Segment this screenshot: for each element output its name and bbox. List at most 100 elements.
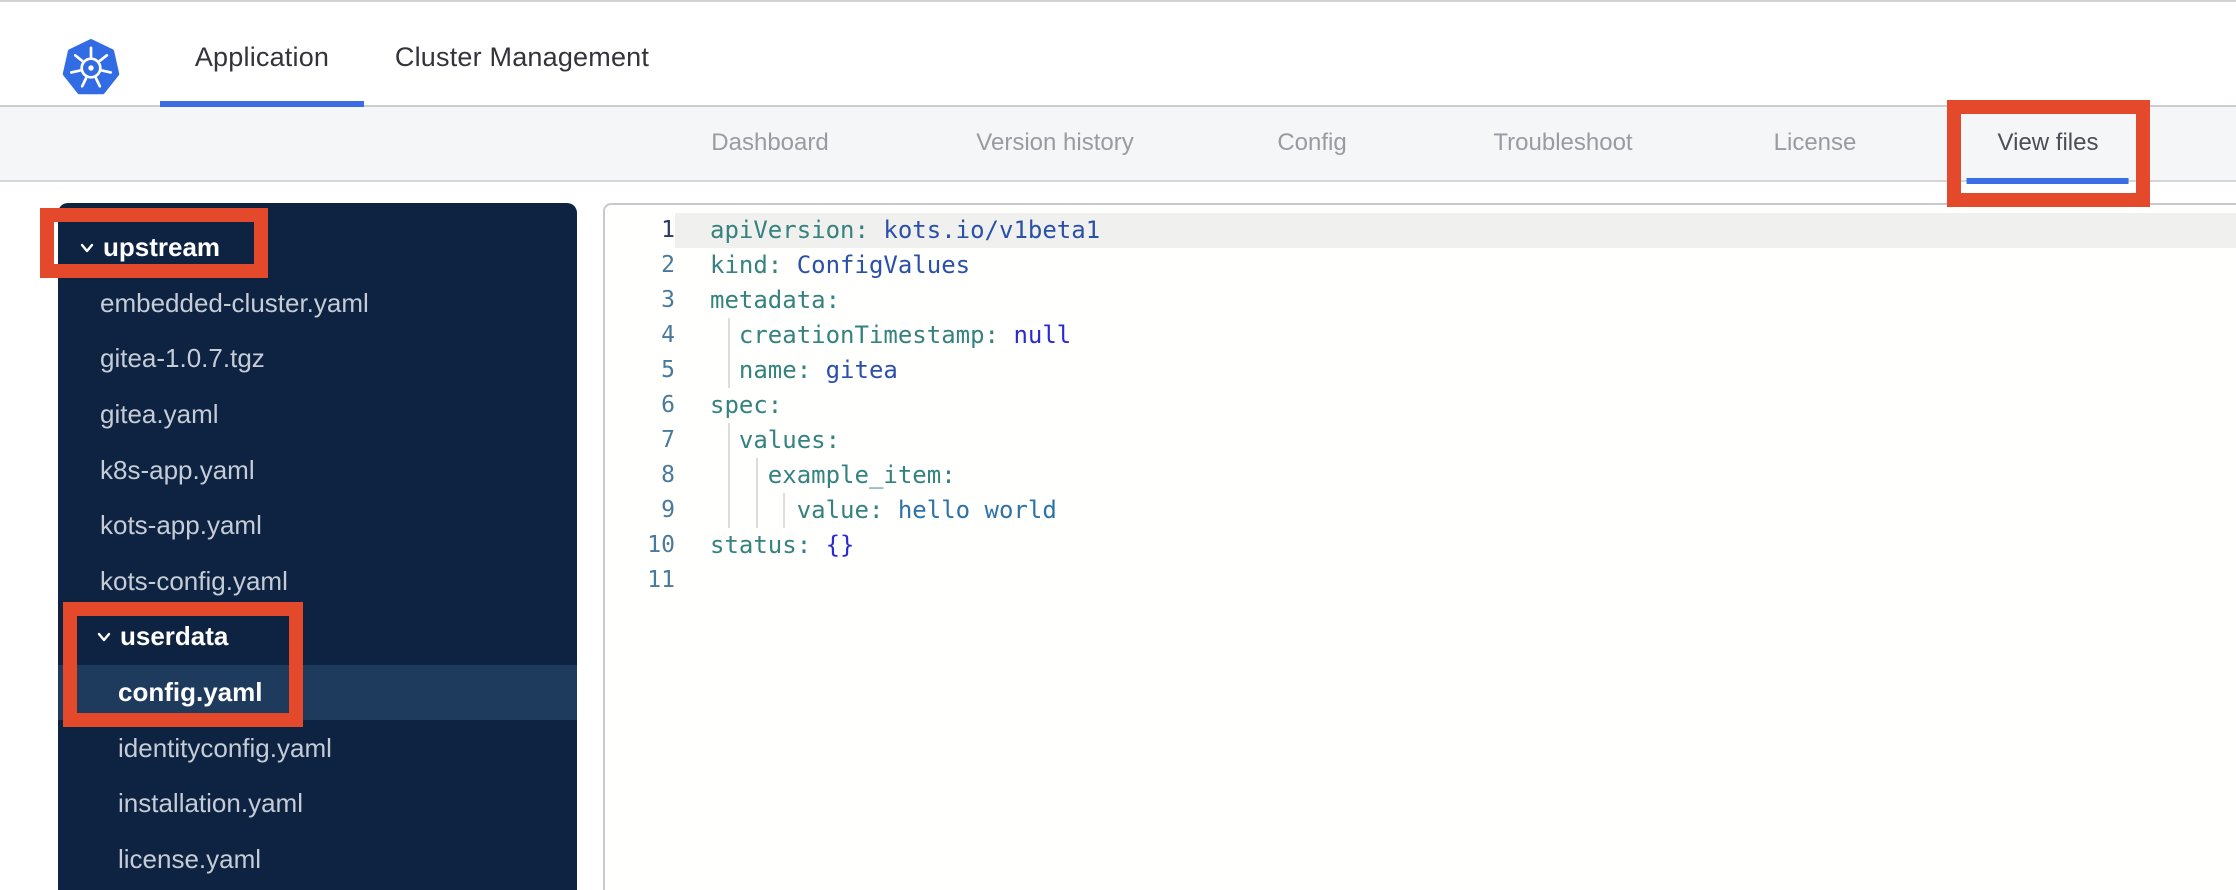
indent-guide (728, 458, 730, 493)
code-token: ConfigValues (782, 251, 971, 279)
line-content: values: (675, 423, 2236, 458)
tree-folder-upstream[interactable]: upstream (58, 220, 577, 276)
code-line-7[interactable]: 7 values: (605, 423, 2236, 458)
tree-item-label: config.yaml (118, 677, 263, 708)
code-line-11[interactable]: 11 (605, 563, 2236, 598)
line-content: value: hello world (675, 493, 2236, 528)
line-number[interactable]: 2 (605, 248, 675, 283)
line-number[interactable]: 9 (605, 493, 675, 528)
active-tab-underline (1967, 178, 2129, 184)
tab-cluster-management[interactable]: Cluster Management (395, 42, 649, 73)
tree-item-label: gitea-1.0.7.tgz (100, 343, 265, 374)
chevron-down-icon (97, 632, 111, 642)
code-token: hello world (883, 496, 1057, 524)
tab-view-files[interactable]: View files (1967, 129, 2129, 184)
file-tree: upstream embedded-cluster.yaml gitea-1.0.7… (58, 220, 577, 887)
code-token: kots.io/v1beta1 (868, 216, 1101, 244)
line-number[interactable]: 1 (605, 213, 675, 248)
indent-guide (728, 493, 730, 528)
line-content: metadata: (675, 283, 2236, 318)
code-token: example_item: (767, 461, 956, 489)
line-content: spec: (675, 388, 2236, 423)
code-token: kind: (710, 251, 783, 279)
code-token: values: (738, 426, 841, 454)
tree-file-license-yaml[interactable]: license.yaml (58, 832, 577, 888)
tree-item-label: license.yaml (118, 843, 262, 874)
tree-file-gitea-1-0-7-tgz[interactable]: gitea-1.0.7.tgz (58, 331, 577, 387)
tree-item-label: upstream (103, 232, 221, 263)
code-line-2[interactable]: 2 kind: ConfigValues (605, 248, 2236, 283)
line-number[interactable]: 10 (605, 528, 675, 563)
code-token: gitea (811, 356, 898, 384)
tree-file-identityconfig-yaml[interactable]: identityconfig.yaml (58, 720, 577, 776)
indent-guide (755, 493, 758, 528)
tree-item-label: installation.yaml (118, 788, 303, 819)
line-number[interactable]: 7 (605, 423, 675, 458)
tab-application[interactable]: Application (195, 42, 329, 73)
tab-dashboard[interactable]: Dashboard (711, 129, 828, 157)
chevron-down-icon (80, 243, 94, 252)
code-token: creationTimestamp: (738, 321, 999, 349)
tree-file-gitea-yaml[interactable]: gitea.yaml (58, 387, 577, 443)
tree-item-label: kots-config.yaml (100, 565, 288, 596)
line-number[interactable]: 4 (605, 318, 675, 353)
tab-license[interactable]: License (1774, 129, 1857, 157)
code-line-4[interactable]: 4 creationTimestamp: null (605, 318, 2236, 353)
code-line-5[interactable]: 5 name: gitea (605, 353, 2236, 388)
tree-item-label: gitea.yaml (100, 399, 219, 430)
code-line-3[interactable]: 3 metadata: (605, 283, 2236, 318)
tree-file-config-yaml[interactable]: config.yaml (58, 664, 577, 721)
line-content (675, 563, 2236, 598)
tab-config[interactable]: Config (1277, 129, 1346, 157)
line-content: name: gitea (675, 353, 2236, 388)
code-token: spec: (710, 391, 783, 419)
tree-file-kots-config-yaml[interactable]: kots-config.yaml (58, 554, 577, 610)
tree-folder-userdata[interactable]: userdata (58, 609, 577, 665)
kots-admin-console: Application Cluster Management Dashboard… (0, 0, 2236, 890)
code-token: null (999, 321, 1072, 349)
code-line-1[interactable]: 1 apiVersion: kots.io/v1beta1 (605, 213, 2236, 248)
line-content: apiVersion: kots.io/v1beta1 (675, 213, 2236, 248)
indent-guide (728, 318, 730, 353)
line-number[interactable]: 3 (605, 283, 675, 318)
line-number[interactable]: 8 (605, 458, 675, 493)
line-number[interactable]: 5 (605, 353, 675, 388)
code-token: apiVersion: (710, 216, 869, 244)
indent-guide (755, 458, 758, 493)
code-token: value: (796, 496, 884, 524)
code-line-6[interactable]: 6 spec: (605, 388, 2236, 423)
tree-item-label: userdata (120, 621, 229, 652)
tree-item-label: identityconfig.yaml (118, 732, 332, 763)
line-number[interactable]: 11 (605, 563, 675, 598)
code-line-10[interactable]: 10 status: {} (605, 528, 2236, 563)
line-number[interactable]: 6 (605, 388, 675, 423)
line-content: example_item: (675, 458, 2236, 493)
tree-file-embedded-cluster-yaml[interactable]: embedded-cluster.yaml (58, 276, 577, 332)
indent-guide (728, 353, 730, 388)
editor-lines: 1 apiVersion: kots.io/v1beta1 2 kind: Confi… (605, 213, 2236, 598)
tree-file-installation-yaml[interactable]: installation.yaml (58, 776, 577, 832)
file-viewer-editor[interactable]: 1 apiVersion: kots.io/v1beta1 2 kind: Confi… (603, 203, 2236, 890)
code-token: {} (811, 531, 855, 559)
code-token: status: (710, 531, 812, 559)
tree-item-label: embedded-cluster.yaml (100, 287, 369, 318)
indent-guide (728, 423, 730, 458)
indent-guide (783, 493, 785, 528)
file-tree-sidebar: upstream embedded-cluster.yaml gitea-1.0.7… (58, 203, 577, 890)
code-line-8[interactable]: 8 example_item: (605, 458, 2236, 493)
kubernetes-logo-icon (62, 39, 120, 95)
code-token: metadata: (710, 286, 841, 314)
tree-file-k8s-app-yaml[interactable]: k8s-app.yaml (58, 442, 577, 498)
tree-item-label: k8s-app.yaml (100, 454, 255, 485)
line-content: status: {} (675, 528, 2236, 563)
code-line-9[interactable]: 9 value: hello world (605, 493, 2236, 528)
top-navbar: Application Cluster Management (0, 0, 2236, 108)
tree-file-kots-app-yaml[interactable]: kots-app.yaml (58, 498, 577, 554)
tree-item-label: kots-app.yaml (100, 510, 262, 541)
tab-version-history[interactable]: Version history (976, 129, 1133, 157)
tab-troubleshoot[interactable]: Troubleshoot (1493, 129, 1632, 157)
